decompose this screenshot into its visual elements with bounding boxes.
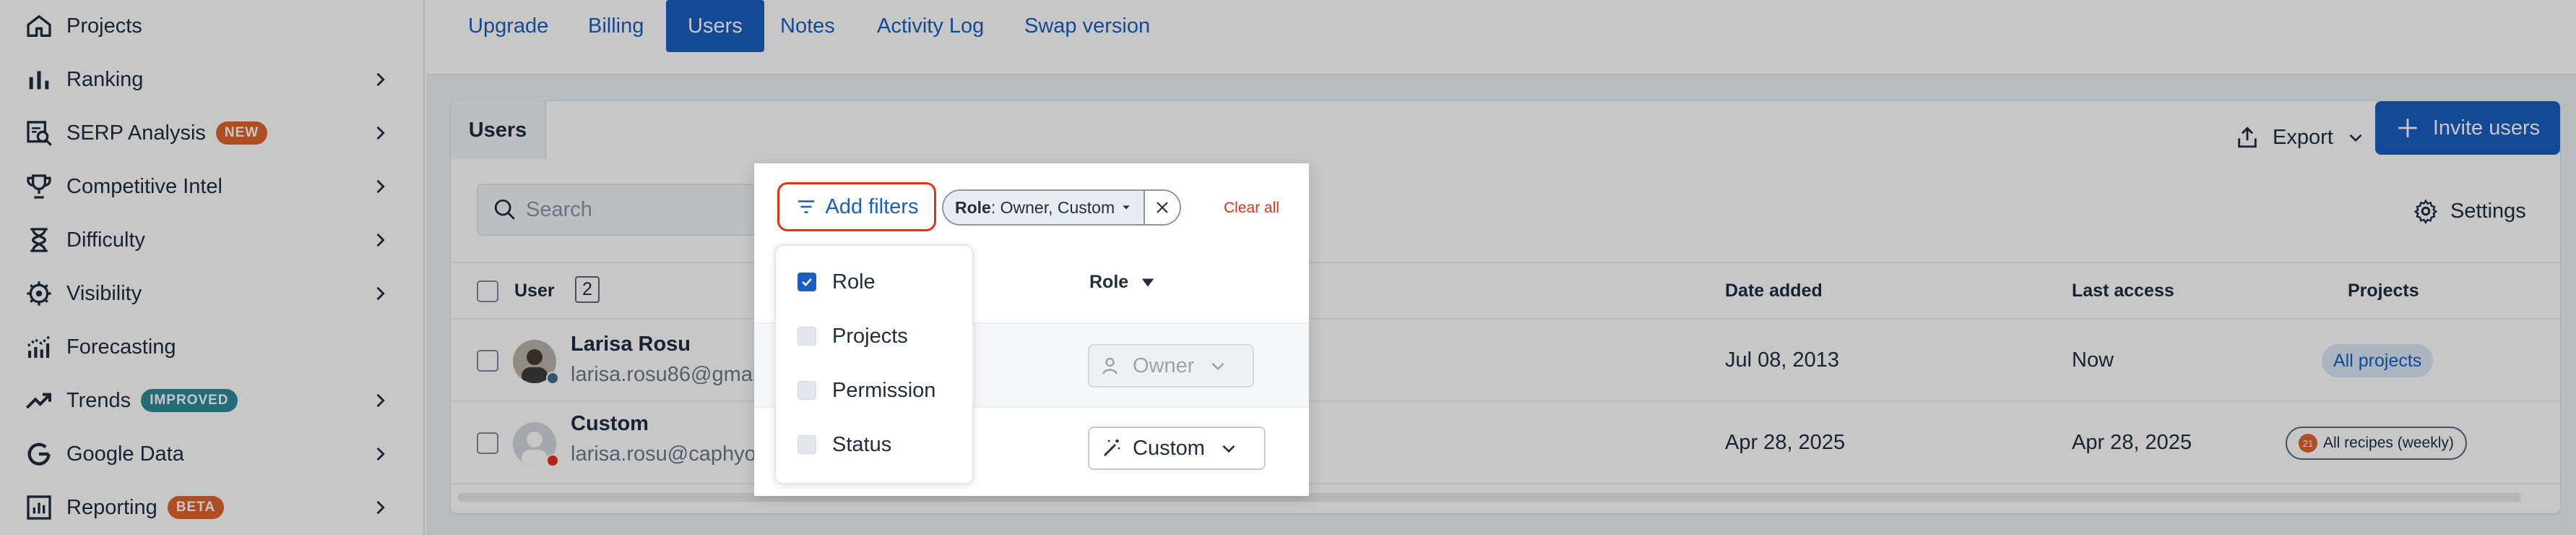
filter-option-label: Projects	[832, 324, 908, 348]
role-label: Owner	[1133, 354, 1195, 377]
check-icon	[802, 278, 812, 286]
add-filters-button[interactable]: Add filters	[777, 182, 936, 231]
filter-option-label: Status	[832, 432, 892, 456]
filter-panel: Add filters Role : Owner, Custom Clear a…	[754, 163, 1309, 496]
close-icon	[1157, 202, 1168, 213]
filter-options-dropdown: Role Projects Permission Status	[774, 244, 974, 484]
remove-filter-button[interactable]	[1144, 191, 1180, 224]
role-filter-chip[interactable]: Role : Owner, Custom	[942, 189, 1182, 226]
chevron-down-icon	[1211, 362, 1224, 371]
sidebar-backdrop	[0, 0, 426, 535]
filter-option-projects[interactable]: Projects	[798, 322, 908, 351]
add-filters-label: Add filters	[825, 194, 919, 218]
chevron-down-icon	[1222, 445, 1235, 453]
filter-option-label: Role	[832, 270, 876, 294]
header-role-label: Role	[1089, 272, 1129, 292]
filter-icon	[798, 200, 814, 213]
caret-down-icon	[1123, 205, 1130, 210]
role-select-owner-focus[interactable]: Owner	[1088, 344, 1254, 388]
checkbox-unchecked[interactable]	[798, 381, 816, 400]
chip-key: Role	[955, 197, 991, 217]
filter-option-label: Permission	[832, 378, 936, 402]
sort-caret-icon	[1141, 278, 1154, 286]
user-icon	[1102, 357, 1118, 374]
filter-option-status[interactable]: Status	[798, 430, 891, 459]
modal-backdrop	[426, 0, 2576, 535]
filter-option-permission[interactable]: Permission	[798, 376, 935, 405]
chip-value: : Owner, Custom	[990, 197, 1115, 217]
chip-label[interactable]: Role : Owner, Custom	[943, 191, 1144, 224]
role-select-custom-focus[interactable]: Custom	[1088, 427, 1266, 470]
checkbox-checked[interactable]	[798, 273, 816, 291]
clear-all-link[interactable]: Clear all	[1224, 200, 1279, 217]
header-role[interactable]: Role	[1089, 272, 1156, 293]
checkbox-unchecked[interactable]	[798, 435, 816, 454]
role-label: Custom	[1133, 436, 1205, 460]
magic-wand-icon	[1104, 439, 1120, 456]
checkbox-unchecked[interactable]	[798, 327, 816, 346]
filter-option-role[interactable]: Role	[798, 268, 876, 296]
